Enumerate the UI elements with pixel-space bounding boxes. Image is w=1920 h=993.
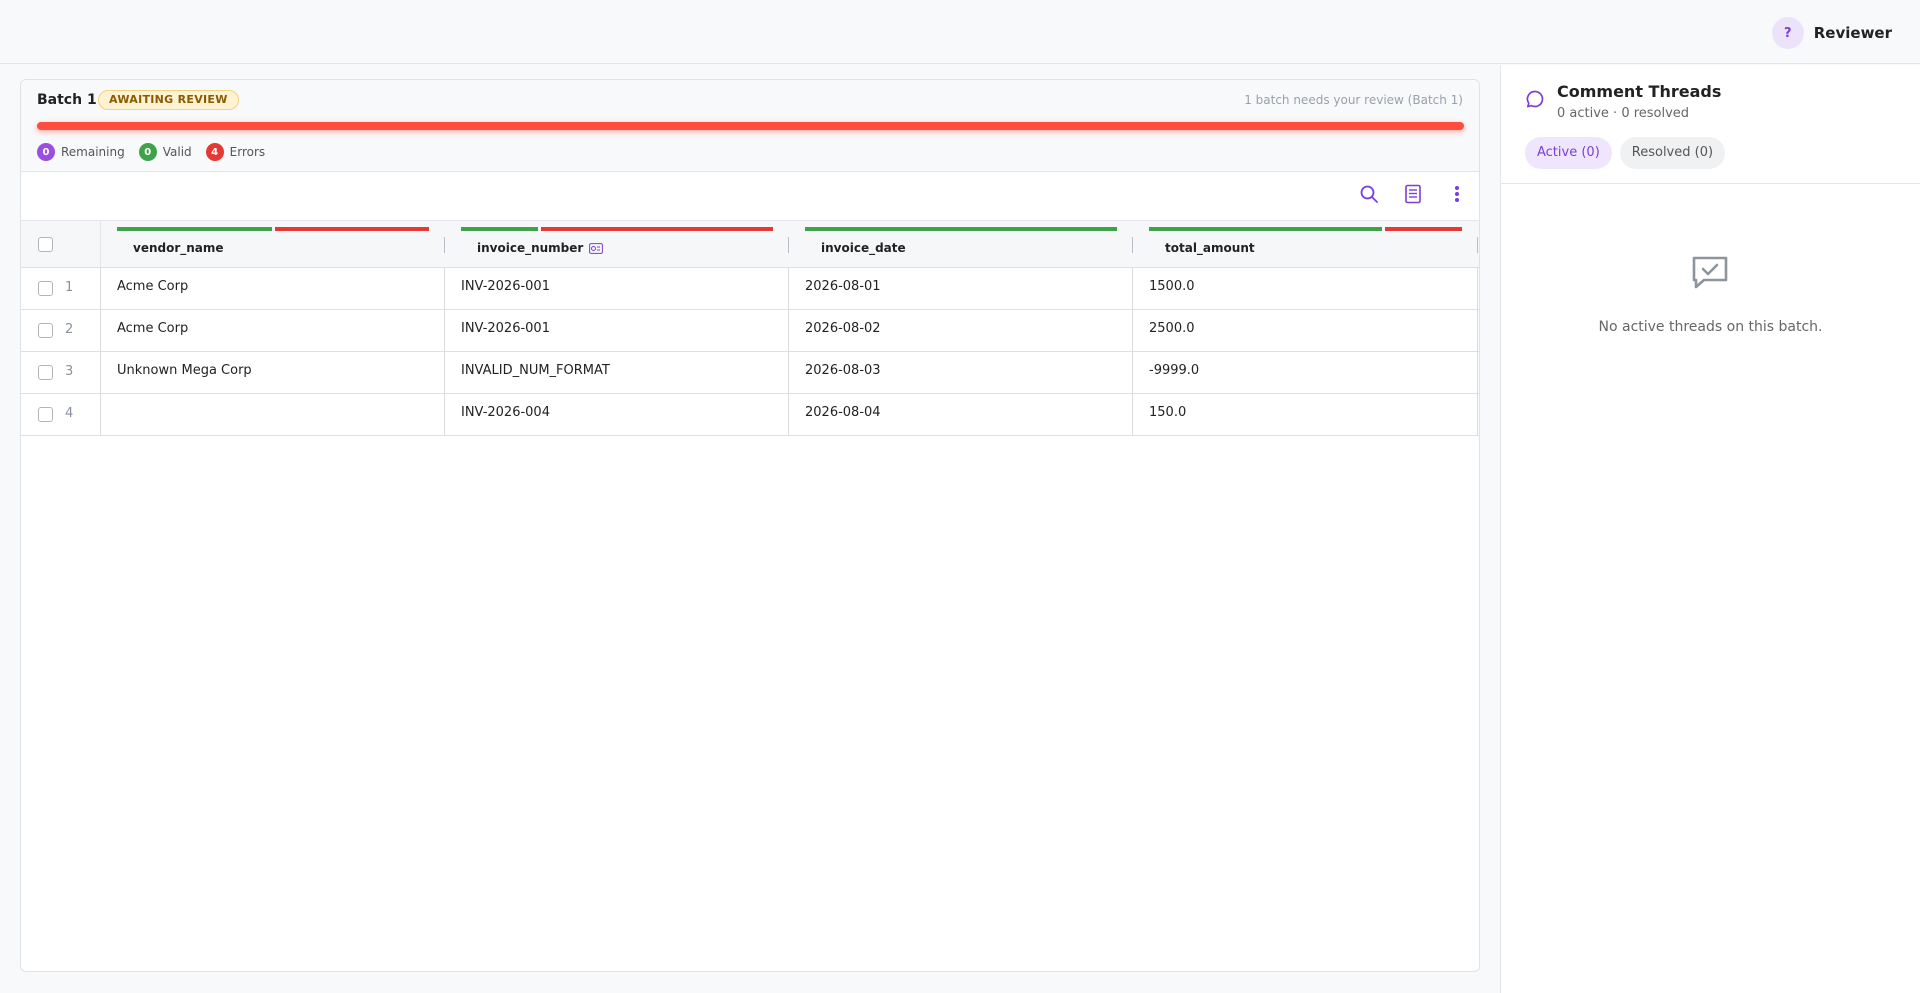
batch-progress-bar: [37, 122, 1464, 130]
thread-tabs: Active (0) Resolved (0): [1525, 137, 1726, 169]
valid-segment: [461, 227, 539, 231]
error-segment: [541, 227, 773, 231]
cell-vendor-name[interactable]: [101, 394, 445, 435]
errors-label: Errors: [229, 145, 266, 159]
select-all-checkbox[interactable]: [38, 237, 53, 252]
cell-invoice-number[interactable]: INV-2026-001: [445, 268, 789, 309]
column-label: invoice_date: [821, 241, 906, 255]
tab-resolved[interactable]: Resolved (0): [1619, 137, 1726, 169]
comment-threads-panel: Comment Threads 0 active · 0 resolved Ac…: [1500, 65, 1920, 993]
cell-invoice-date[interactable]: 2026-08-03: [789, 352, 1133, 393]
errors-count: 4: [205, 143, 224, 161]
cell-vendor-name[interactable]: Unknown Mega Corp: [101, 352, 445, 393]
row-number: 1: [65, 280, 74, 295]
valid-label: Valid: [162, 145, 192, 159]
cell-total-amount[interactable]: 1500.0: [1133, 268, 1478, 309]
valid-count: 0: [138, 143, 157, 161]
empty-state-text: No active threads on this batch.: [1598, 319, 1823, 335]
row-checkbox[interactable]: [38, 407, 53, 422]
batch-stats: 0 Remaining 0 Valid 4 Errors: [37, 143, 265, 161]
column-header-vendor-name[interactable]: vendor_name: [101, 221, 445, 267]
more-vertical-icon: [1455, 186, 1459, 202]
cell-invoice-date[interactable]: 2026-08-02: [789, 310, 1133, 351]
row-number: 3: [65, 364, 74, 379]
cell-invoice-number[interactable]: INVALID_NUM_FORMAT: [445, 352, 789, 393]
cell-total-amount[interactable]: -9999.0: [1133, 352, 1478, 393]
batch-card: Batch 1 AWAITING REVIEW 1 batch needs yo…: [20, 79, 1480, 972]
column-label: invoice_number: [477, 241, 584, 255]
cell-invoice-date[interactable]: 2026-08-04: [789, 394, 1133, 435]
row-checkbox[interactable]: [38, 323, 53, 338]
key-column-icon: [589, 242, 604, 254]
cell-total-amount[interactable]: 150.0: [1133, 394, 1478, 435]
valid-segment: [805, 227, 1117, 231]
cell-vendor-name[interactable]: Acme Corp: [101, 310, 445, 351]
status-badge: AWAITING REVIEW: [98, 90, 239, 110]
cell-total-amount[interactable]: 2500.0: [1133, 310, 1478, 351]
row-number: 2: [65, 322, 74, 337]
column-resize-handle[interactable]: [1477, 237, 1478, 253]
cell-invoice-number[interactable]: INV-2026-001: [445, 310, 789, 351]
report-button[interactable]: [1401, 182, 1425, 206]
stat-errors: 4 Errors: [205, 143, 266, 161]
cell-invoice-date[interactable]: 2026-08-01: [789, 268, 1133, 309]
report-icon: [1405, 184, 1421, 204]
tab-active[interactable]: Active (0): [1525, 137, 1612, 169]
column-header-total-amount[interactable]: total_amount: [1133, 221, 1478, 267]
column-label: total_amount: [1165, 241, 1255, 255]
column-header-invoice-number[interactable]: invoice_number: [445, 221, 789, 267]
row-number: 4: [65, 406, 74, 421]
row-checkbox[interactable]: [38, 365, 53, 380]
remaining-count: 0: [37, 143, 55, 161]
user-role: Reviewer: [1813, 24, 1892, 42]
valid-segment: [1149, 227, 1382, 231]
column-label: vendor_name: [133, 241, 224, 255]
table-toolbar: [1357, 182, 1469, 206]
cell-vendor-name[interactable]: Acme Corp: [101, 268, 445, 309]
error-segment: [274, 227, 429, 231]
review-note: 1 batch needs your review (Batch 1): [1244, 93, 1463, 107]
table-row[interactable]: 1 Acme Corp INV-2026-001 2026-08-01 1500…: [21, 268, 1479, 310]
cell-invoice-number[interactable]: INV-2026-004: [445, 394, 789, 435]
top-bar: ? Reviewer: [0, 0, 1920, 64]
user-menu[interactable]: ? Reviewer: [1771, 17, 1892, 49]
column-quality-bar: [1149, 227, 1462, 231]
panel-subtitle: 0 active · 0 resolved: [1557, 106, 1690, 121]
table-row[interactable]: 2 Acme Corp INV-2026-001 2026-08-02 2500…: [21, 310, 1479, 352]
more-button[interactable]: [1445, 182, 1469, 206]
stat-remaining: 0 Remaining: [37, 143, 125, 161]
search-button[interactable]: [1357, 182, 1381, 206]
column-header-invoice-date[interactable]: invoice_date: [789, 221, 1133, 267]
table-row[interactable]: 4 INV-2026-004 2026-08-04 150.0: [21, 394, 1479, 436]
comment-panel-header: Comment Threads 0 active · 0 resolved Ac…: [1501, 65, 1920, 184]
error-segment: [1384, 227, 1462, 231]
chat-bubble-icon: [1526, 90, 1544, 108]
column-quality-bar: [117, 227, 429, 231]
table-header: vendor_name invoice_number invoice_date …: [21, 220, 1479, 268]
batch-header: Batch 1 AWAITING REVIEW 1 batch needs yo…: [21, 80, 1479, 172]
table-row[interactable]: 3 Unknown Mega Corp INVALID_NUM_FORMAT 2…: [21, 352, 1479, 394]
stat-valid: 0 Valid: [138, 143, 192, 161]
column-quality-bar: [461, 227, 773, 231]
comment-check-icon: [1692, 256, 1728, 289]
row-checkbox[interactable]: [38, 281, 53, 296]
panel-title: Comment Threads: [1557, 82, 1722, 101]
avatar[interactable]: ?: [1771, 17, 1804, 49]
search-icon: [1360, 185, 1378, 203]
data-table: vendor_name invoice_number invoice_date …: [21, 220, 1479, 436]
select-all-cell: [21, 221, 101, 267]
batch-title: Batch 1: [37, 92, 97, 108]
remaining-label: Remaining: [61, 145, 125, 159]
column-quality-bar: [805, 227, 1117, 231]
valid-segment: [117, 227, 272, 231]
